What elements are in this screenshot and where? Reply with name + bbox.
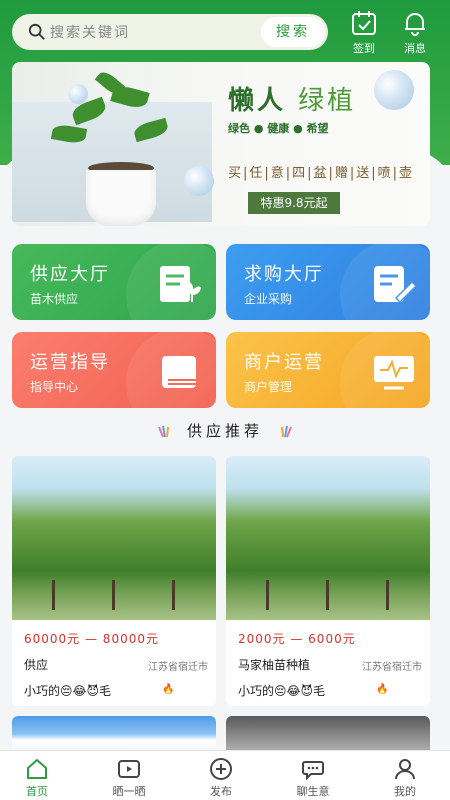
tree-trunk bbox=[326, 580, 329, 610]
edit-document-icon bbox=[374, 266, 416, 304]
tile-subtitle: 企业采购 bbox=[244, 292, 293, 306]
chat-icon bbox=[302, 761, 324, 781]
tile-merchant-operation[interactable]: 商户运营 商户管理 bbox=[226, 332, 430, 408]
banner-slogan: 买|任|意|四|盆|赠|送|喷|壶 bbox=[228, 166, 415, 181]
message-label: 消息 bbox=[404, 42, 426, 55]
tree-trunk bbox=[266, 580, 269, 610]
tree-trunk bbox=[52, 580, 55, 610]
tab-label: 我的 bbox=[394, 785, 416, 798]
seller-name: 小巧的😔😂😈毛 bbox=[238, 684, 326, 698]
tile-subtitle: 商户管理 bbox=[244, 380, 293, 394]
tab-label: 发布 bbox=[210, 785, 232, 798]
product-price: 2000元 — 6000元 bbox=[238, 632, 356, 646]
tab-home[interactable]: 首页 bbox=[2, 757, 72, 799]
book-icon bbox=[162, 356, 196, 388]
bubble-decoration bbox=[374, 70, 414, 110]
banner-title: 懒人 绿植 bbox=[228, 86, 357, 116]
tab-label: 首页 bbox=[26, 785, 48, 798]
signin-button[interactable]: 签到 bbox=[346, 10, 382, 56]
user-icon bbox=[395, 759, 415, 780]
document-plant-icon bbox=[160, 266, 202, 302]
tile-subtitle: 苗木供应 bbox=[30, 292, 79, 306]
search-bar[interactable]: 搜索关键词 搜索 bbox=[12, 14, 328, 50]
product-card[interactable]: 2000元 — 6000元 马家柚苗种植 江苏省宿迁市 小巧的😔😂😈毛 🔥 bbox=[226, 456, 430, 706]
message-button[interactable]: 消息 bbox=[397, 10, 433, 56]
tile-operation-guide[interactable]: 运营指导 指导中心 bbox=[12, 332, 216, 408]
product-name: 马家柚苗种植 bbox=[238, 658, 311, 672]
product-name: 供应 bbox=[24, 658, 49, 672]
product-image bbox=[226, 456, 430, 620]
calendar-icon bbox=[352, 11, 376, 35]
tab-label: 聊生意 bbox=[296, 785, 330, 798]
search-icon bbox=[28, 23, 45, 40]
plant-pot bbox=[86, 170, 156, 226]
banner-subtitle: 绿色 ● 健康 ● 希望 bbox=[228, 122, 329, 135]
tab-show[interactable]: 晒一晒 bbox=[94, 757, 164, 799]
bubble-decoration bbox=[68, 84, 88, 104]
tile-title: 供应大厅 bbox=[30, 264, 110, 285]
product-card[interactable]: 60000元 — 80000元 供应 江苏省宿迁市 小巧的😔😂😈毛 🔥 bbox=[12, 456, 216, 706]
seller-name: 小巧的😔😂😈毛 bbox=[24, 684, 112, 698]
home-icon bbox=[27, 759, 47, 779]
banner-price-tag: 特惠9.8元起 bbox=[248, 192, 340, 214]
monitor-pulse-icon bbox=[374, 356, 414, 390]
product-location: 江苏省宿迁市 bbox=[148, 662, 208, 673]
promo-banner[interactable]: 懒人 绿植 绿色 ● 健康 ● 希望 买|任|意|四|盆|赠|送|喷|壶 特惠9… bbox=[12, 62, 430, 226]
bubble-decoration bbox=[184, 166, 214, 196]
tab-mine[interactable]: 我的 bbox=[370, 757, 440, 799]
product-image bbox=[12, 456, 216, 620]
tile-title: 商户运营 bbox=[244, 352, 324, 373]
section-title: 供应推荐 bbox=[186, 422, 263, 440]
tree-trunk bbox=[172, 580, 175, 610]
plus-circle-icon bbox=[210, 758, 232, 780]
tab-chat[interactable]: 聊生意 bbox=[278, 757, 348, 799]
bell-icon bbox=[405, 13, 425, 36]
bottom-tab-bar: 首页 晒一晒 发布 聊生意 我的 bbox=[0, 750, 450, 800]
product-price: 60000元 — 80000元 bbox=[24, 632, 159, 646]
tree-trunk bbox=[112, 580, 115, 610]
tile-supply-hall[interactable]: 供应大厅 苗木供应 bbox=[12, 244, 216, 320]
fire-icon: 🔥 bbox=[162, 684, 175, 695]
tile-title: 求购大厅 bbox=[244, 264, 324, 285]
tab-publish[interactable]: 发布 bbox=[186, 757, 256, 799]
section-heading: 供应推荐 bbox=[0, 420, 450, 441]
search-input[interactable]: 搜索关键词 bbox=[50, 22, 130, 42]
search-button[interactable]: 搜索 bbox=[261, 17, 325, 47]
tile-purchase-hall[interactable]: 求购大厅 企业采购 bbox=[226, 244, 430, 320]
tile-title: 运营指导 bbox=[30, 352, 110, 373]
tile-subtitle: 指导中心 bbox=[30, 380, 79, 394]
sparkle-icon bbox=[281, 425, 292, 437]
video-icon bbox=[118, 760, 140, 778]
sparkle-icon bbox=[158, 425, 169, 437]
tab-label: 晒一晒 bbox=[112, 785, 146, 798]
tree-trunk bbox=[386, 580, 389, 610]
product-location: 江苏省宿迁市 bbox=[362, 662, 422, 673]
fire-icon: 🔥 bbox=[376, 684, 389, 695]
signin-label: 签到 bbox=[353, 42, 375, 55]
